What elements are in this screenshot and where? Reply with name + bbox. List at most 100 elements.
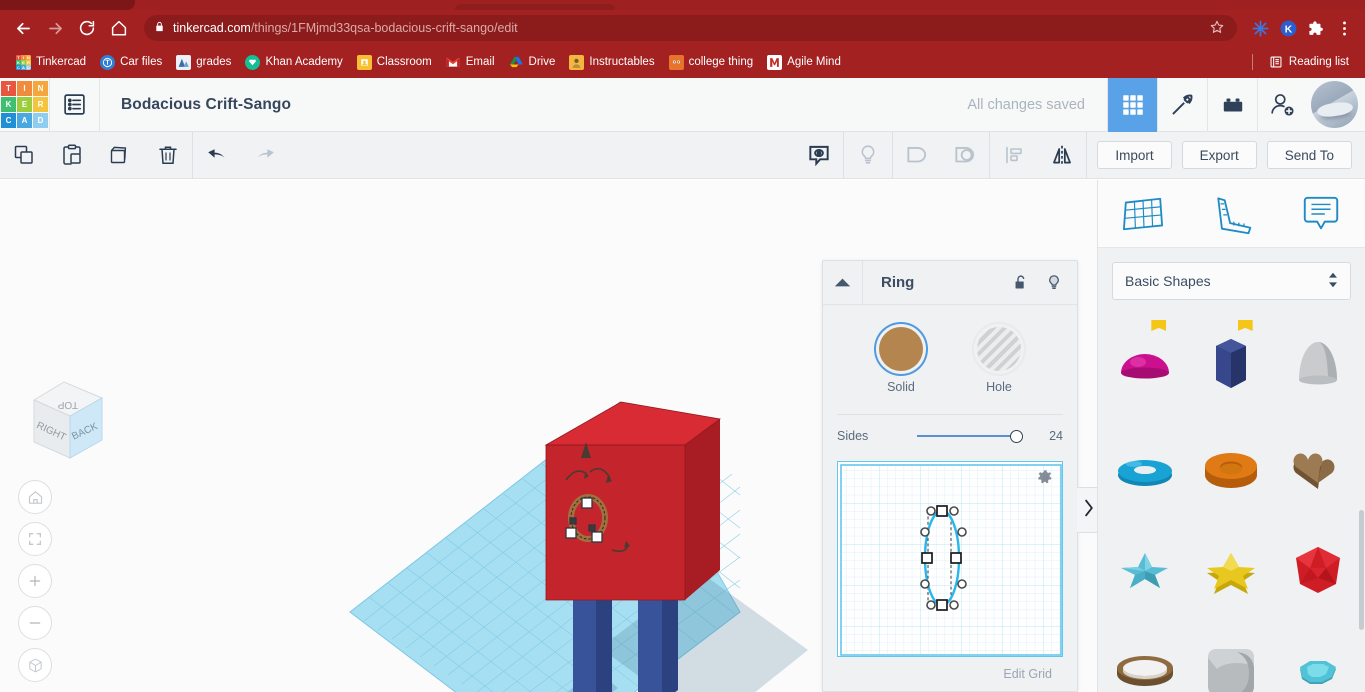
chrome-menu-icon[interactable] [1331,15,1357,41]
tube-shape[interactable] [1188,415,1274,518]
shape-library-grid[interactable] [1098,312,1365,692]
half-sphere-shape[interactable] [1102,312,1188,415]
send-to-button[interactable]: Send To [1266,141,1352,169]
lightbulb-icon[interactable] [1037,261,1071,305]
logo-tile-n: N [33,81,48,96]
solid-option[interactable]: Solid [879,327,923,394]
bookmark-instructables[interactable]: Instructables [563,52,660,73]
paraboloid-shape[interactable] [1275,312,1361,415]
bookmark-label: Drive [528,56,556,68]
triangle-up-icon[interactable] [823,260,863,305]
tinkercad-logo[interactable]: T I N K E R C A D [0,78,49,132]
torus-shape[interactable] [1102,415,1188,518]
bookmark-tinkercad[interactable]: TIN KER CAD Tinkercad [10,52,92,73]
k-extension-icon[interactable]: K [1275,15,1301,41]
chevron-right-icon [1084,499,1094,522]
view-controls [18,480,52,682]
sides-value[interactable]: 24 [1023,429,1063,443]
zoom-in-button[interactable] [18,564,52,598]
logo-tile-r: R [33,97,48,112]
puzzle-extensions-icon[interactable] [1303,15,1329,41]
forward-arrow-icon[interactable] [40,13,70,43]
edit-grid-button[interactable]: Edit Grid [992,662,1063,686]
slider-thumb[interactable] [1010,429,1023,443]
shapes-scrollbar[interactable] [1359,510,1364,630]
bookmark-label: Car files [120,56,163,68]
solid-swatch[interactable] [879,327,923,371]
tinkercad-icon: TIN KER CAD [16,54,31,70]
reload-icon[interactable] [72,13,102,43]
minecraft-mode-button[interactable] [1157,77,1207,132]
shape-grid-editor[interactable] [837,461,1063,657]
page-title[interactable]: Bodacious Crift-Sango [100,96,291,114]
bookmark-grades[interactable]: grades [170,52,237,73]
home-icon[interactable] [104,13,134,43]
export-button[interactable]: Export [1181,141,1257,169]
workplane-grid-icon[interactable] [1111,184,1175,244]
shape-category-select[interactable]: Basic Shapes [1112,262,1351,300]
redo-arrow-icon[interactable] [241,132,289,179]
group-shapes-icon[interactable] [893,132,941,179]
undo-arrow-icon[interactable] [193,132,241,179]
sides-slider[interactable] [917,427,1023,445]
browser-tab-active[interactable] [0,0,135,10]
gem-shape[interactable] [1275,621,1361,692]
user-avatar[interactable] [1311,81,1358,128]
heart-shape[interactable] [1275,415,1361,518]
copy-icon[interactable] [0,132,48,179]
fit-view-button[interactable] [18,522,52,556]
url-text: tinkercad.com/things/1FMjmd33qsa-bodacio… [173,21,518,35]
bookmark-email[interactable]: Email [440,52,501,73]
note-eye-icon[interactable] [795,132,843,179]
logo-tile-k: K [1,97,16,112]
zoom-out-button[interactable] [18,606,52,640]
polyhedron-shape[interactable] [1275,518,1361,621]
add-person-icon[interactable] [1257,77,1307,132]
bezier-editor-canvas[interactable] [838,462,1063,657]
bookmark-car-files[interactable]: Car files [94,52,168,73]
lightbulb-icon[interactable] [844,132,892,179]
reading-list-button[interactable]: Reading list [1263,52,1355,73]
trash-icon[interactable] [144,132,192,179]
logo-tile-e: E [17,97,32,112]
bookmark-classroom[interactable]: Classroom [351,52,438,73]
category-select-wrap: Basic Shapes [1098,248,1365,312]
mirror-icon[interactable] [1038,132,1086,179]
duplicate-icon[interactable] [96,132,144,179]
home-view-button[interactable] [18,480,52,514]
perspective-toggle-button[interactable] [18,648,52,682]
address-bar[interactable]: tinkercad.com/things/1FMjmd33qsa-bodacio… [144,15,1237,41]
bookmark-drive[interactable]: Drive [503,52,562,73]
import-button[interactable]: Import [1097,141,1172,169]
align-icon[interactable] [990,132,1038,179]
star-prism-shape[interactable] [1188,518,1274,621]
lego-mode-button[interactable] [1207,77,1257,132]
back-arrow-icon[interactable] [8,13,38,43]
view-cube[interactable]: TOP RIGHT BACK [16,372,112,468]
rounded-cube-shape[interactable] [1188,621,1274,692]
bookmark-agile-mind[interactable]: Agile Mind [761,52,847,73]
ruler-icon[interactable] [1200,184,1264,244]
project-list-icon[interactable] [50,78,99,132]
ring-shape[interactable] [1102,621,1188,692]
star-3d-shape[interactable] [1102,518,1188,621]
save-status: All changes saved [967,96,1085,113]
asterisk-extension-icon[interactable] [1247,15,1273,41]
hole-option[interactable]: Hole [977,327,1021,394]
blocks-mode-button[interactable] [1107,77,1157,132]
browser-tab-other[interactable] [455,4,615,10]
ungroup-shapes-icon[interactable] [941,132,989,179]
classroom-icon [356,54,372,70]
settings-gear-icon[interactable] [1037,469,1054,491]
paste-icon[interactable] [48,132,96,179]
unlock-icon[interactable] [1003,261,1037,305]
logo-tile-a: A [17,113,32,128]
bookmark-college-thing[interactable]: college thing [663,52,760,73]
tab-strip[interactable] [0,0,1365,10]
bookmark-label: Khan Academy [265,56,343,68]
note-icon[interactable] [1289,184,1353,244]
hexagonal-prism-shape[interactable] [1188,312,1274,415]
bookmark-khan-academy[interactable]: Khan Academy [239,52,348,73]
bookmark-star-icon[interactable] [1209,19,1227,38]
hole-swatch[interactable] [977,327,1021,371]
